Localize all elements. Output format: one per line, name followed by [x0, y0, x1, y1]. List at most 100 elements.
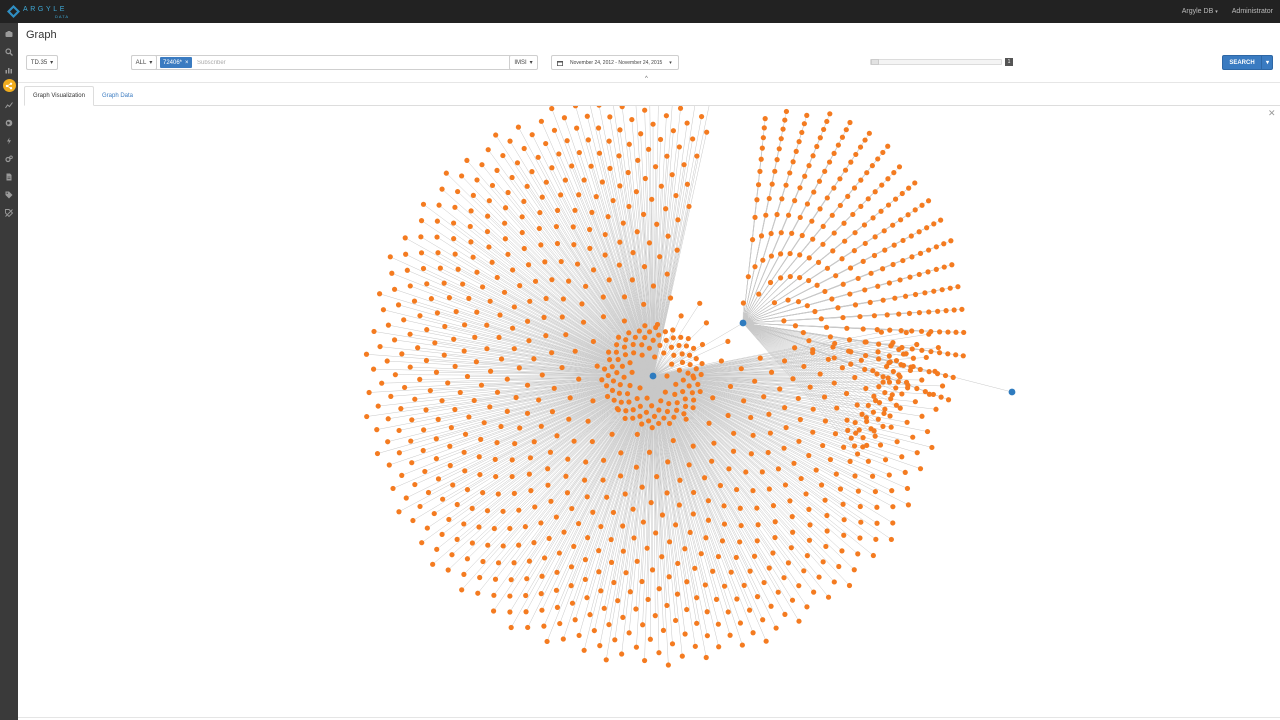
- leaf-node[interactable]: [821, 126, 827, 133]
- leaf-node[interactable]: [603, 657, 609, 663]
- leaf-node[interactable]: [851, 185, 858, 191]
- leaf-node[interactable]: [543, 140, 549, 147]
- leaf-node[interactable]: [668, 344, 675, 350]
- leaf-node[interactable]: [494, 167, 500, 173]
- leaf-node[interactable]: [855, 488, 861, 494]
- leaf-node[interactable]: [604, 383, 610, 389]
- leaf-node[interactable]: [917, 250, 924, 256]
- leaf-node[interactable]: [665, 662, 671, 668]
- leaf-node[interactable]: [839, 365, 845, 371]
- leaf-node[interactable]: [649, 196, 655, 202]
- leaf-node[interactable]: [806, 163, 812, 169]
- leaf-node[interactable]: [868, 270, 874, 276]
- leaf-node[interactable]: [680, 377, 686, 383]
- leaf-node[interactable]: [873, 536, 879, 542]
- leaf-node[interactable]: [694, 595, 700, 601]
- leaf-node[interactable]: [872, 433, 878, 439]
- leaf-node[interactable]: [371, 328, 377, 335]
- leaf-node[interactable]: [588, 163, 594, 169]
- leaf-node[interactable]: [650, 337, 656, 343]
- leaf-node[interactable]: [638, 131, 644, 137]
- leaf-node[interactable]: [933, 406, 939, 412]
- leaf-node[interactable]: [579, 301, 585, 307]
- leaf-node[interactable]: [770, 503, 777, 509]
- leaf-node[interactable]: [607, 114, 613, 120]
- leaf-node[interactable]: [587, 245, 593, 251]
- leaf-node[interactable]: [715, 553, 722, 560]
- leaf-node[interactable]: [583, 459, 589, 465]
- leaf-node[interactable]: [531, 439, 537, 445]
- leaf-node[interactable]: [770, 550, 776, 556]
- leaf-node[interactable]: [646, 449, 653, 455]
- leaf-node[interactable]: [549, 277, 555, 283]
- leaf-node[interactable]: [961, 329, 967, 336]
- leaf-node[interactable]: [538, 591, 544, 597]
- leaf-node[interactable]: [916, 229, 922, 235]
- leaf-node[interactable]: [691, 375, 697, 381]
- leaf-node[interactable]: [549, 350, 555, 356]
- leaf-node[interactable]: [766, 411, 772, 417]
- leaf-node[interactable]: [879, 266, 886, 272]
- leaf-node[interactable]: [621, 294, 628, 300]
- leaf-node[interactable]: [693, 366, 699, 372]
- leaf-node[interactable]: [792, 323, 799, 329]
- leaf-node[interactable]: [492, 576, 499, 582]
- leaf-node[interactable]: [703, 320, 710, 326]
- leaf-node[interactable]: [626, 330, 632, 336]
- leaf-node[interactable]: [850, 211, 856, 218]
- leaf-node[interactable]: [417, 503, 423, 510]
- leaf-node[interactable]: [403, 251, 409, 257]
- leaf-node[interactable]: [691, 489, 697, 496]
- leaf-node[interactable]: [890, 504, 896, 510]
- leaf-node[interactable]: [632, 334, 638, 340]
- leaf-node[interactable]: [860, 435, 866, 441]
- leaf-node[interactable]: [793, 148, 799, 154]
- leaf-node[interactable]: [587, 612, 593, 618]
- leaf-node[interactable]: [654, 221, 660, 227]
- leaf-node[interactable]: [862, 137, 868, 143]
- leaf-node[interactable]: [890, 261, 896, 268]
- sidebar-item-alerts[interactable]: [1, 133, 17, 149]
- leaf-node[interactable]: [606, 357, 613, 363]
- leaf-node[interactable]: [829, 296, 835, 302]
- leaf-node[interactable]: [646, 329, 653, 335]
- leaf-node[interactable]: [594, 363, 600, 369]
- leaf-node[interactable]: [747, 568, 753, 574]
- leaf-node[interactable]: [492, 456, 498, 462]
- leaf-node[interactable]: [748, 414, 754, 421]
- leaf-node[interactable]: [441, 280, 447, 286]
- leaf-node[interactable]: [817, 371, 823, 377]
- leaf-node[interactable]: [602, 252, 608, 258]
- hub-node[interactable]: [739, 319, 747, 327]
- leaf-node[interactable]: [830, 344, 836, 350]
- leaf-node[interactable]: [524, 410, 531, 416]
- leaf-node[interactable]: [882, 406, 888, 412]
- leaf-node[interactable]: [818, 482, 825, 488]
- leaf-node[interactable]: [690, 136, 696, 142]
- leaf-node[interactable]: [509, 174, 515, 181]
- leaf-node[interactable]: [848, 361, 854, 367]
- leaf-node[interactable]: [789, 230, 795, 236]
- leaf-node[interactable]: [694, 153, 700, 159]
- leaf-node[interactable]: [727, 383, 734, 390]
- leaf-node[interactable]: [692, 643, 698, 649]
- leaf-node[interactable]: [822, 418, 829, 424]
- leaf-node[interactable]: [718, 358, 725, 364]
- leaf-node[interactable]: [551, 385, 557, 391]
- leaf-node[interactable]: [461, 571, 467, 577]
- leaf-node[interactable]: [938, 394, 944, 400]
- leaf-node[interactable]: [554, 569, 560, 575]
- leaf-node[interactable]: [477, 471, 483, 478]
- leaf-node[interactable]: [705, 498, 712, 504]
- leaf-node[interactable]: [870, 215, 876, 221]
- leaf-node[interactable]: [737, 505, 743, 511]
- leaf-node[interactable]: [452, 406, 458, 413]
- leaf-node[interactable]: [928, 328, 934, 335]
- leaf-node[interactable]: [677, 106, 684, 111]
- tag-remove-icon[interactable]: ×: [185, 60, 189, 66]
- leaf-node[interactable]: [461, 521, 467, 527]
- leaf-node[interactable]: [489, 259, 495, 265]
- leaf-node[interactable]: [858, 177, 864, 183]
- leaf-node[interactable]: [815, 259, 822, 265]
- leaf-node[interactable]: [924, 428, 931, 435]
